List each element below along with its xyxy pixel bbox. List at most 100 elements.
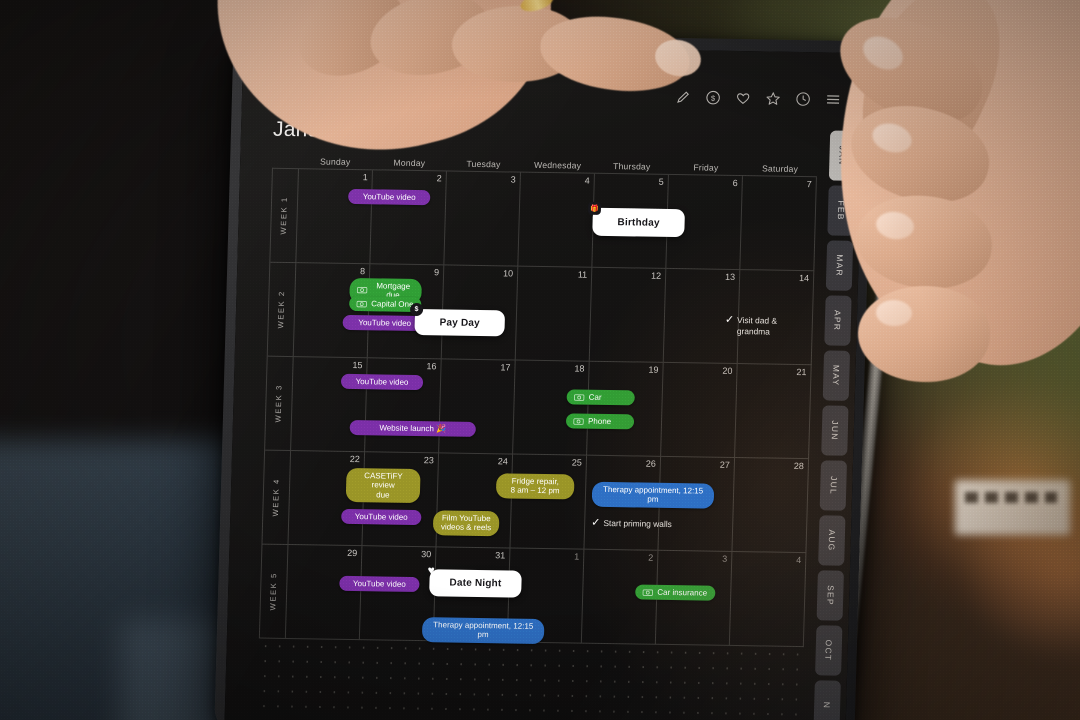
week-label-1: WEEK 1 — [270, 168, 299, 264]
money-icon — [642, 589, 653, 596]
calendar-week-row: WEEK 1 1 2 YouTube video 3 4 5 🎁 Birthda… — [270, 168, 817, 272]
day-number: 26 — [645, 458, 657, 469]
note-visit-dad-grandma[interactable]: ✓ Visit dad & grandma — [724, 313, 797, 337]
day-cell-28[interactable]: 28 — [732, 458, 810, 554]
day-cell-31[interactable]: 31 ♥ Date Night Therapy appointment, 12:… — [421, 547, 545, 644]
check-mark-icon: ✓ — [724, 313, 735, 326]
event-fridge-repair[interactable]: Fridge repair, 8 am – 12 pm — [495, 473, 575, 500]
month-tab-may[interactable]: MAY — [822, 350, 851, 401]
money-icon — [356, 287, 368, 294]
day-number: 19 — [648, 364, 659, 375]
dotted-notes-area — [256, 638, 804, 720]
event-film-youtube[interactable]: Film YouTube videos & reels — [432, 510, 500, 537]
day-cell-6[interactable]: 6 — [666, 174, 743, 271]
day-number: 7 — [806, 179, 812, 190]
day-cell-25[interactable]: 25 Fridge repair, 8 am – 12 pm — [495, 454, 588, 550]
day-cell-20[interactable]: 20 — [661, 362, 738, 459]
money-icon — [574, 394, 585, 401]
gift-badge-icon: 🎁 — [587, 201, 602, 215]
day-cell-4[interactable]: 4 — [518, 172, 595, 268]
month-tab-apr[interactable]: APR — [824, 295, 852, 346]
day-cell-19[interactable]: 19 Car Phone — [565, 361, 664, 457]
day-cell-14[interactable]: 14 ✓ Visit dad & grandma — [725, 270, 815, 366]
day-number: 21 — [796, 366, 807, 378]
day-number: 14 — [798, 273, 810, 284]
day-number: 24 — [497, 456, 509, 467]
event-car-insurance[interactable]: Car insurance — [635, 584, 716, 602]
month-tab-nov[interactable]: N — [813, 680, 841, 720]
day-cell-24[interactable]: 24 Film YouTube videos & reels — [432, 453, 514, 549]
event-casetify-review[interactable]: CASETiFY review due — [345, 467, 421, 504]
day-cell-next-4[interactable]: 4 — [729, 551, 807, 648]
day-cell-10[interactable]: 10 $ Pay Day — [409, 265, 519, 361]
event-therapy-appointment[interactable]: Therapy appointment, 12:15 pm — [421, 617, 545, 644]
day-number: 13 — [724, 271, 736, 282]
day-cell-18[interactable]: 18 — [513, 360, 590, 456]
month-tab-jul[interactable]: JUL — [819, 460, 848, 511]
weekday-saturday: Saturday — [761, 163, 799, 174]
day-cell-1[interactable]: 1 — [296, 169, 373, 265]
day-number: 6 — [732, 177, 738, 189]
event-youtube-video[interactable]: YouTube video — [339, 575, 420, 593]
day-cell-23[interactable]: 23 CASETiFY review due YouTube video — [341, 452, 440, 548]
week-label-text: WEEK 4 — [271, 478, 282, 517]
weekday-monday: Monday — [393, 157, 426, 169]
day-number: 29 — [347, 547, 358, 559]
day-cell-3[interactable]: 3 — [444, 171, 521, 267]
week-label-3: WEEK 3 — [265, 356, 294, 452]
day-cell-5[interactable]: 5 🎁 Birthday — [587, 173, 685, 269]
dollar-circle-icon[interactable]: $ — [705, 90, 721, 106]
event-youtube-video[interactable]: YouTube video — [341, 508, 422, 526]
event-youtube-video[interactable]: YouTube video — [347, 188, 431, 206]
clock-icon[interactable] — [795, 91, 811, 107]
day-number: 10 — [502, 268, 514, 279]
day-cell-11[interactable]: 11 — [515, 266, 593, 362]
day-cell-2[interactable]: 2 YouTube video — [347, 170, 447, 266]
month-tab-label: JUN — [829, 420, 841, 441]
day-cell-7[interactable]: 7 — [740, 176, 817, 272]
weekday-friday: Friday — [693, 162, 719, 173]
weekday-tuesday: Tuesday — [466, 158, 501, 170]
day-number: 15 — [352, 359, 363, 371]
calendar-week-row: WEEK 2 8 9 Mortgage due Capital One YouT… — [267, 262, 815, 366]
day-cell-16[interactable]: 16 YouTube video Website launch 🎉 — [340, 358, 476, 454]
sticker-pay-day[interactable]: $ Pay Day — [409, 302, 506, 337]
menu-icon[interactable] — [825, 91, 841, 107]
month-tab-label: OCT — [823, 639, 835, 662]
month-tab-mar[interactable]: MAR — [825, 240, 854, 291]
day-number: 18 — [574, 363, 585, 374]
day-cell-15[interactable]: 15 — [291, 357, 368, 453]
day-cell-12[interactable]: 12 — [589, 267, 667, 363]
day-number: 1 — [574, 551, 580, 562]
day-number: 12 — [650, 270, 662, 281]
event-youtube-video[interactable]: YouTube video — [340, 373, 424, 391]
month-tab-jun[interactable]: JUN — [821, 405, 849, 456]
day-cell-17[interactable]: 17 — [439, 359, 516, 455]
event-car[interactable]: Car — [566, 389, 635, 406]
pencil-icon[interactable] — [675, 89, 691, 105]
month-tab-aug[interactable]: AUG — [818, 515, 846, 566]
day-cell-26[interactable]: 26 Therapy appointment, 12:15 pm ✓ Start… — [584, 455, 715, 551]
day-cell-21[interactable]: 21 — [735, 364, 812, 460]
day-number: 27 — [719, 459, 731, 470]
sticker-date-night[interactable]: ♥ Date Night — [427, 563, 522, 598]
week-label-5: WEEK 5 — [259, 544, 289, 639]
weekday-sunday: Sunday — [319, 156, 351, 167]
month-tab-sep[interactable]: SEP — [816, 570, 844, 621]
day-number: 17 — [500, 362, 511, 373]
star-icon[interactable] — [765, 90, 781, 106]
event-website-launch[interactable]: Website launch 🎉 — [349, 419, 476, 438]
day-number: 3 — [722, 553, 728, 564]
event-phone[interactable]: Phone — [565, 413, 635, 430]
day-cell-next-3[interactable]: 3 Car insurance — [635, 550, 733, 646]
month-tab-label: MAY — [831, 364, 842, 387]
week-label-2: WEEK 2 — [267, 262, 297, 358]
day-number: 16 — [426, 361, 437, 372]
month-tab-oct[interactable]: OCT — [815, 625, 843, 676]
event-therapy-appointment[interactable]: Therapy appointment, 12:15 pm — [591, 481, 715, 509]
note-text: Visit dad & grandma — [736, 315, 778, 337]
sticker-label: Birthday — [617, 216, 660, 229]
tablet-screen-bezel: Yearly Quarterly $ — [224, 43, 865, 720]
day-cell-29[interactable]: 29 — [285, 544, 363, 641]
heart-icon[interactable] — [735, 90, 751, 106]
